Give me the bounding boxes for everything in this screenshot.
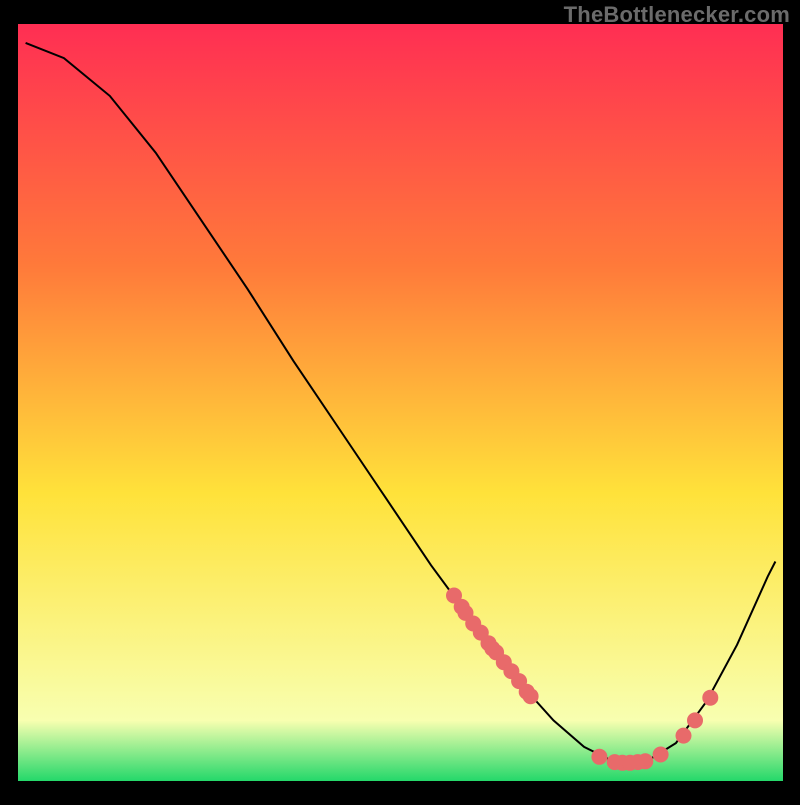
chart-container: TheBottlenecker.com — [0, 0, 800, 800]
data-point — [591, 749, 607, 765]
bottleneck-curve-chart — [0, 0, 800, 800]
data-point — [653, 747, 669, 763]
data-point — [687, 712, 703, 728]
data-point — [637, 753, 653, 769]
plot-area — [18, 24, 783, 781]
data-point — [676, 728, 692, 744]
watermark-label: TheBottlenecker.com — [564, 2, 790, 28]
data-point — [702, 690, 718, 706]
data-point — [523, 688, 539, 704]
